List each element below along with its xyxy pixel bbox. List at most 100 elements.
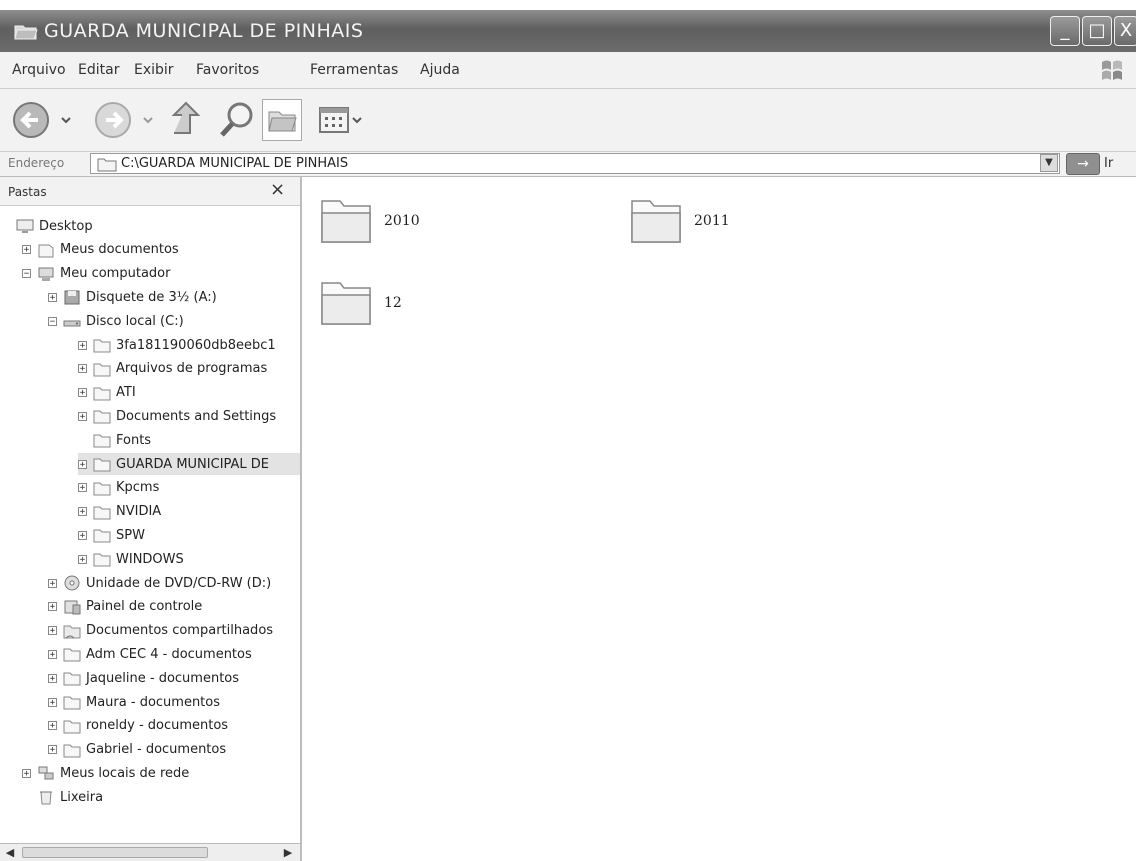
folders-pane-title: Pastas	[8, 185, 47, 199]
expand-icon[interactable]: +	[48, 602, 57, 612]
tree-item[interactable]: + SPW	[78, 524, 145, 546]
menu-arquivo[interactable]: Arquivo	[12, 62, 66, 78]
shared-folder-icon	[63, 625, 81, 639]
folder-icon	[63, 720, 81, 734]
minimize-icon: _	[1060, 20, 1070, 41]
tree-item[interactable]: + Maura - documentos	[48, 691, 220, 713]
tree-item[interactable]: + GUARDA MUNICIPAL DE	[78, 453, 300, 475]
expand-icon[interactable]: +	[48, 578, 57, 588]
address-input[interactable]: C:\GUARDA MUNICIPAL DE PINHAIS	[90, 153, 1060, 174]
tree-item[interactable]: + Gabriel - documentos	[48, 739, 226, 761]
tree-item-label: Arquivos de programas	[116, 361, 268, 377]
tree-item[interactable]: − Disco local (C:)	[48, 310, 184, 332]
scroll-left-icon[interactable]: ◀	[2, 845, 18, 861]
floppy-icon	[64, 290, 80, 305]
tree-item[interactable]: + WINDOWS	[78, 548, 184, 570]
close-button[interactable]: X	[1114, 16, 1136, 46]
tree-item-label: Painel de controle	[86, 599, 203, 615]
expand-icon[interactable]: +	[48, 697, 57, 707]
folder-icon	[93, 506, 111, 520]
expand-icon[interactable]: +	[48, 673, 57, 683]
tree-item[interactable]: − Meu computador	[22, 263, 170, 285]
folders-pane-header: Pastas ×	[0, 177, 300, 206]
expand-icon[interactable]: +	[78, 411, 87, 421]
menu-ajuda[interactable]: Ajuda	[420, 62, 460, 78]
folder-icon	[63, 672, 81, 686]
scroll-right-icon[interactable]: ▶	[280, 845, 296, 861]
expand-icon[interactable]: +	[48, 649, 57, 659]
menu-ferramentas[interactable]: Ferramentas	[310, 62, 398, 78]
tree-item[interactable]: + ATI	[78, 382, 136, 404]
close-pane-icon[interactable]: ×	[270, 179, 285, 200]
expand-icon[interactable]: +	[78, 530, 87, 540]
tree-item[interactable]: + Adm CEC 4 - documentos	[48, 643, 252, 665]
folder-icon	[321, 200, 371, 243]
tree-item[interactable]: + Documents and Settings	[78, 405, 276, 427]
menu-editar[interactable]: Editar	[78, 62, 119, 78]
tree-item[interactable]: + Unidade de DVD/CD-RW (D:)	[48, 572, 271, 594]
tree-item[interactable]: Desktop	[16, 215, 93, 237]
tree-item-label: Disquete de 3½ (A:)	[86, 289, 217, 305]
tree-item[interactable]: + Kpcms	[78, 477, 159, 499]
expand-icon[interactable]: +	[78, 459, 87, 469]
go-label[interactable]: Ir	[1104, 156, 1113, 171]
tree-item-label: Meu computador	[60, 266, 171, 282]
menu-favoritos[interactable]: Favoritos	[196, 62, 259, 78]
title-bar[interactable]: GUARDA MUNICIPAL DE PINHAIS _ □ X	[0, 10, 1136, 52]
views-icon[interactable]	[316, 99, 366, 141]
expand-icon[interactable]: +	[78, 507, 87, 517]
folder-icon	[63, 744, 81, 758]
horizontal-scrollbar[interactable]: ◀ ▶	[0, 843, 300, 861]
tree-item-label: Disco local (C:)	[86, 313, 184, 329]
tree-item[interactable]: Lixeira	[22, 786, 103, 808]
scrollbar-thumb[interactable]	[22, 847, 208, 858]
expand-icon[interactable]: +	[78, 388, 87, 398]
tree-item[interactable]: + Arquivos de programas	[78, 358, 267, 380]
expand-icon[interactable]: +	[22, 245, 31, 255]
expand-icon[interactable]: +	[48, 626, 57, 636]
expand-icon[interactable]: +	[78, 483, 87, 493]
minimize-button[interactable]: _	[1050, 16, 1080, 46]
expand-icon[interactable]: +	[48, 745, 57, 755]
address-label: Endereço	[8, 156, 65, 170]
expand-icon[interactable]: +	[78, 554, 87, 564]
tree-item-label: Adm CEC 4 - documentos	[86, 646, 252, 662]
folders-icon	[268, 111, 297, 132]
tree-item-label: Desktop	[39, 218, 93, 234]
tree-item[interactable]: + Documentos compartilhados	[48, 620, 273, 642]
tree-item[interactable]: +3fa181190060db8eebc1	[78, 334, 276, 356]
up-icon[interactable]	[168, 99, 208, 141]
folder-icon	[321, 282, 371, 325]
tree-item-label: Maura - documentos	[86, 694, 221, 710]
expand-icon[interactable]: +	[48, 292, 57, 302]
go-button[interactable]: →	[1066, 153, 1100, 175]
folders-button[interactable]	[262, 99, 302, 141]
folder-name: 12	[384, 295, 402, 311]
expand-icon[interactable]: +	[22, 768, 31, 778]
tree-item[interactable]: + Painel de controle	[48, 596, 202, 618]
tree-item[interactable]: Fonts	[78, 429, 151, 451]
tree-item[interactable]: + Disquete de 3½ (A:)	[48, 286, 217, 308]
recycle-bin-icon	[40, 791, 52, 805]
tree-item[interactable]: + Meus locais de rede	[22, 762, 189, 784]
cdrom-icon	[64, 575, 80, 591]
expand-icon[interactable]: +	[78, 340, 87, 350]
search-icon[interactable]	[218, 99, 258, 141]
tree-item-label: Gabriel - documentos	[86, 742, 227, 758]
tree-item[interactable]: + NVIDIA	[78, 501, 161, 523]
maximize-icon: □	[1088, 20, 1106, 41]
address-dropdown[interactable]: ▼	[1040, 154, 1058, 172]
collapse-icon[interactable]: −	[22, 269, 31, 279]
tree-item[interactable]: + Jaqueline - documentos	[48, 667, 239, 689]
folder-icon	[97, 158, 117, 172]
collapse-icon[interactable]: −	[48, 316, 57, 326]
expand-icon[interactable]: +	[48, 721, 57, 731]
back-icon[interactable]	[10, 99, 80, 141]
menu-exibir[interactable]: Exibir	[134, 62, 174, 78]
expand-icon[interactable]: +	[78, 364, 87, 374]
tree-item[interactable]: + roneldy - documentos	[48, 715, 228, 737]
maximize-button[interactable]: □	[1082, 16, 1112, 46]
network-icon	[38, 766, 54, 780]
tree-item[interactable]: + Meus documentos	[22, 239, 179, 261]
forward-icon[interactable]	[92, 99, 162, 141]
